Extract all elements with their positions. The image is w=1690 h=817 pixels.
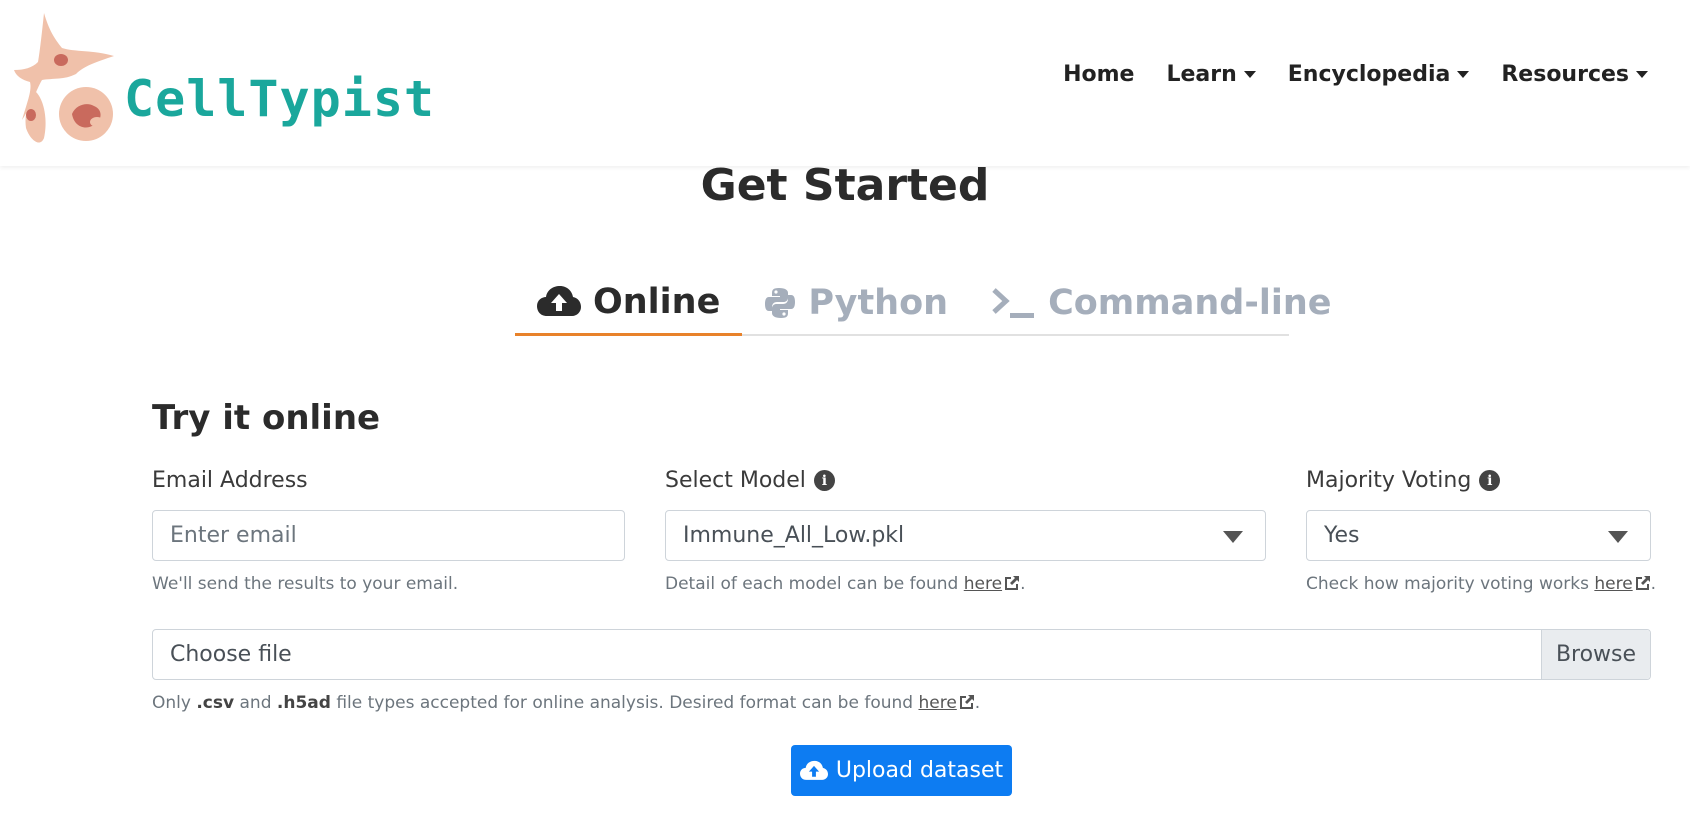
format-h5ad: .h5ad	[276, 693, 331, 713]
nav-learn-label: Learn	[1166, 62, 1237, 87]
tab-bar: Online Python Command-line	[515, 270, 1332, 336]
browse-button[interactable]: Browse	[1541, 630, 1650, 679]
email-field-wrapper	[152, 510, 625, 561]
voting-help-link-label: here	[1594, 574, 1633, 594]
nav-encyclopedia[interactable]: Encyclopedia	[1272, 62, 1486, 87]
external-link-icon	[1635, 576, 1650, 590]
format-help-link[interactable]: here	[918, 693, 974, 713]
celltypist-logo[interactable]: CellTypist	[14, 10, 434, 152]
tab-python[interactable]: Python	[742, 270, 970, 336]
file-input-label: Choose file	[170, 642, 292, 667]
model-help-suffix: .	[1020, 574, 1026, 594]
voting-select[interactable]: Yes	[1306, 510, 1651, 561]
model-select[interactable]: Immune_All_Low.pkl	[665, 510, 1266, 561]
voting-help-suffix: .	[1650, 574, 1657, 594]
browse-button-label: Browse	[1555, 642, 1637, 667]
tab-python-label: Python	[808, 283, 949, 323]
email-label: Email Address	[152, 468, 308, 493]
model-label: Select Model i	[665, 468, 835, 493]
format-help-suffix: .	[974, 693, 981, 713]
python-icon	[765, 288, 796, 318]
tab-command-line[interactable]: Command-line	[970, 270, 1353, 336]
upload-dataset-label: Upload dataset	[835, 758, 1004, 783]
brand-name: CellTypist	[124, 70, 436, 128]
nav-learn[interactable]: Learn	[1150, 62, 1271, 87]
cloud-upload-icon	[537, 285, 581, 316]
page-title: Get Started	[700, 160, 990, 211]
cell-logo-icon	[14, 13, 114, 143]
tab-online-label: Online	[593, 281, 721, 322]
section-title: Try it online	[152, 398, 381, 438]
format-help-text-2: and	[234, 693, 277, 713]
email-label-text: Email Address	[152, 468, 308, 493]
nav-home-label: Home	[1063, 62, 1135, 87]
voting-help-text: Check how majority voting works	[1306, 574, 1595, 594]
format-help-link-label: here	[918, 693, 957, 713]
nav-encyclopedia-label: Encyclopedia	[1287, 62, 1451, 87]
external-link-icon	[959, 695, 974, 709]
select-arrow-icon	[1223, 531, 1243, 543]
model-help-link-label: here	[963, 574, 1003, 594]
voting-label-text: Majority Voting	[1306, 468, 1472, 493]
model-select-value: Immune_All_Low.pkl	[683, 523, 905, 548]
model-help: Detail of each model can be found here.	[665, 574, 1025, 594]
format-help-text-3: file types accepted for online analysis.…	[330, 693, 919, 713]
model-help-text: Detail of each model can be found	[665, 574, 964, 594]
model-help-link[interactable]: here	[964, 574, 1020, 594]
main-nav: Home Learn Encyclopedia Resources	[1047, 62, 1664, 87]
upload-dataset-button[interactable]: Upload dataset	[791, 745, 1012, 796]
external-link-icon	[1005, 576, 1020, 590]
file-input[interactable]: Choose file Browse	[152, 629, 1651, 680]
voting-label: Majority Voting i	[1306, 468, 1501, 493]
select-arrow-icon	[1608, 531, 1628, 543]
site-header: CellTypist Home Learn Encyclopedia Resou…	[0, 0, 1690, 166]
nav-resources[interactable]: Resources	[1485, 62, 1664, 87]
email-field[interactable]	[170, 511, 624, 560]
caret-down-icon	[1243, 71, 1256, 78]
caret-down-icon	[1457, 71, 1470, 78]
voting-help: Check how majority voting works here.	[1306, 574, 1656, 594]
voting-select-value: Yes	[1324, 523, 1360, 548]
email-help: We'll send the results to your email.	[152, 574, 459, 594]
info-icon[interactable]: i	[813, 470, 835, 491]
format-csv: .csv	[196, 693, 235, 713]
nav-resources-label: Resources	[1501, 62, 1629, 87]
nav-home[interactable]: Home	[1047, 62, 1150, 87]
voting-help-link[interactable]: here	[1594, 574, 1650, 594]
cloud-upload-icon	[799, 760, 828, 780]
format-help-text-1: Only	[152, 693, 197, 713]
model-label-text: Select Model	[665, 468, 806, 493]
tab-command-line-label: Command-line	[1048, 283, 1332, 323]
caret-down-icon	[1636, 71, 1648, 78]
tab-online[interactable]: Online	[515, 270, 743, 336]
file-format-help: Only .csv and .h5ad file types accepted …	[152, 693, 980, 713]
terminal-icon	[992, 288, 1035, 318]
info-icon[interactable]: i	[1479, 470, 1501, 491]
